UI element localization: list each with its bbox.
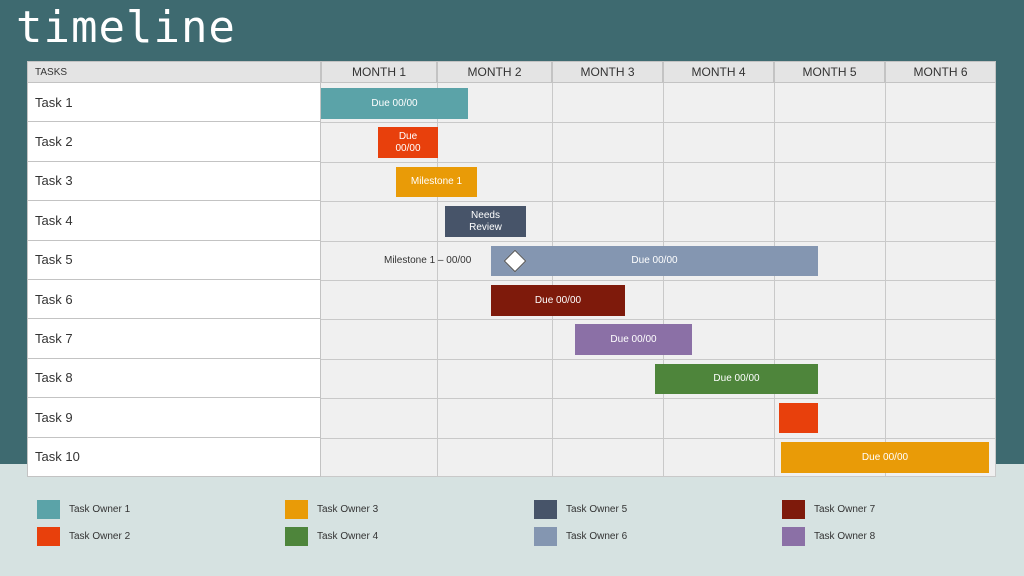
legend-item-owner-8: Task Owner 8 — [782, 527, 875, 546]
legend-swatch — [37, 527, 60, 546]
grid-line — [321, 358, 996, 360]
legend-item-owner-1: Task Owner 1 — [37, 500, 130, 519]
task-bar-1[interactable]: Due 00/00 — [321, 88, 468, 119]
legend-item-owner-7: Task Owner 7 — [782, 500, 875, 519]
legend-label: Task Owner 3 — [317, 504, 379, 515]
task-bar-6[interactable]: Due 00/00 — [491, 285, 625, 316]
timeline-chart: TASKS Task 1 Task 2 Task 3 Task 4 Task 5… — [27, 61, 996, 477]
task-bar-2[interactable]: Due 00/00 — [378, 127, 438, 158]
task-row-4: Task 4 — [27, 201, 321, 241]
month-header-5: MONTH 5 — [774, 61, 885, 83]
grid-line — [321, 280, 996, 281]
grid-line — [321, 437, 996, 439]
legend-label: Task Owner 2 — [69, 531, 131, 542]
grid-line — [321, 398, 996, 400]
task-bar-3[interactable]: Milestone 1 — [396, 167, 477, 197]
legend-label: Task Owner 4 — [317, 531, 379, 542]
task-row-8: Task 8 — [27, 358, 321, 399]
page-title: timeline — [16, 2, 236, 53]
grid-line — [321, 319, 996, 321]
legend-label: Task Owner 6 — [566, 531, 628, 542]
legend-item-owner-4: Task Owner 4 — [285, 527, 378, 546]
tasks-column: TASKS Task 1 Task 2 Task 3 Task 4 Task 5… — [27, 61, 321, 477]
task-row-6: Task 6 — [27, 280, 321, 320]
task-row-7: Task 7 — [27, 319, 321, 359]
task-row-10: Task 10 — [27, 437, 321, 477]
task-bar-5[interactable]: Due 00/00 — [491, 246, 818, 276]
grid-line — [321, 161, 996, 163]
legend-label: Task Owner 5 — [566, 504, 628, 515]
grid-line — [321, 240, 996, 242]
task-row-3: Task 3 — [27, 161, 321, 202]
legend-label: Task Owner 1 — [69, 504, 131, 515]
task-row-5: Task 5 — [27, 240, 321, 280]
timeline-grid: MONTH 1 MONTH 2 MONTH 3 MONTH 4 MONTH 5 … — [321, 61, 996, 477]
legend-swatch — [782, 527, 805, 546]
legend-swatch — [37, 500, 60, 519]
legend-swatch — [534, 527, 557, 546]
month-header-4: MONTH 4 — [663, 61, 774, 83]
task-row-1: Task 1 — [27, 83, 321, 123]
tasks-header: TASKS — [27, 61, 321, 83]
milestone-label: Milestone 1 – 00/00 — [384, 255, 472, 266]
task-bar-7[interactable]: Due 00/00 — [575, 324, 692, 355]
task-bar-9[interactable] — [779, 403, 818, 433]
task-bar-4[interactable]: Needs Review — [445, 206, 526, 237]
task-bar-10[interactable]: Due 00/00 — [781, 442, 989, 473]
month-header-2: MONTH 2 — [437, 61, 552, 83]
grid-line — [321, 122, 996, 124]
legend-swatch — [285, 527, 308, 546]
legend-background — [0, 464, 1024, 576]
grid-line — [321, 201, 996, 203]
legend-item-owner-6: Task Owner 6 — [534, 527, 627, 546]
legend-item-owner-2: Task Owner 2 — [37, 527, 130, 546]
month-header-3: MONTH 3 — [552, 61, 663, 83]
legend-swatch — [534, 500, 557, 519]
legend-label: Task Owner 8 — [814, 531, 876, 542]
grid-line — [321, 476, 996, 477]
month-header-1: MONTH 1 — [321, 61, 437, 83]
legend-item-owner-3: Task Owner 3 — [285, 500, 378, 519]
month-header-6: MONTH 6 — [885, 61, 996, 83]
legend-label: Task Owner 7 — [814, 504, 876, 515]
legend-swatch — [782, 500, 805, 519]
task-bar-8[interactable]: Due 00/00 — [655, 364, 818, 394]
task-row-9: Task 9 — [27, 398, 321, 438]
legend-item-owner-5: Task Owner 5 — [534, 500, 627, 519]
legend-swatch — [285, 500, 308, 519]
task-row-2: Task 2 — [27, 122, 321, 162]
